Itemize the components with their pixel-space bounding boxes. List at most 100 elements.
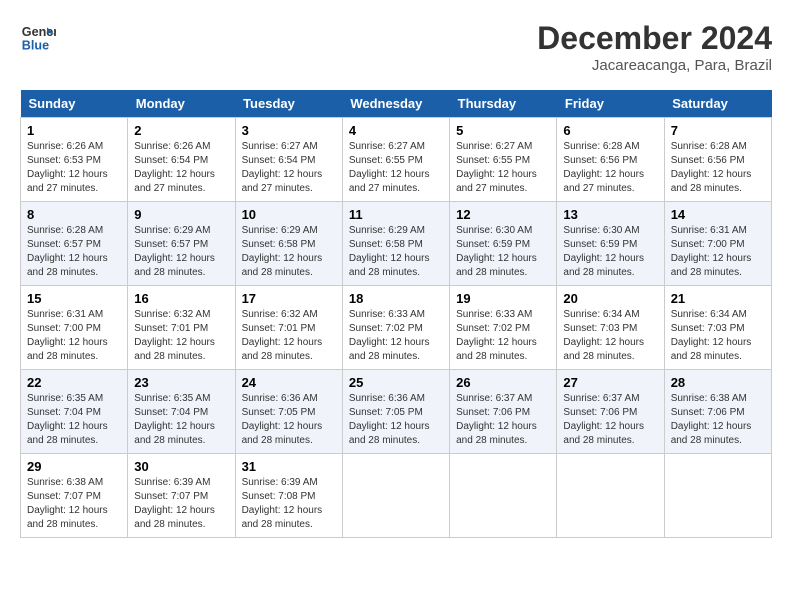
day-info: Sunrise: 6:28 AM Sunset: 6:56 PM Dayligh…	[563, 140, 657, 196]
header-row: SundayMondayTuesdayWednesdayThursdayFrid…	[21, 90, 772, 118]
day-number: 27	[563, 375, 657, 390]
day-number: 2	[134, 123, 228, 138]
calendar-week-row: 1 Sunrise: 6:26 AM Sunset: 6:53 PM Dayli…	[21, 118, 772, 202]
title-area: December 2024 Jacareacanga, Para, Brazil	[537, 20, 772, 74]
day-number: 12	[456, 207, 550, 222]
day-info: Sunrise: 6:38 AM Sunset: 7:07 PM Dayligh…	[27, 476, 121, 532]
logo: General Blue	[20, 20, 56, 56]
calendar-cell: 14 Sunrise: 6:31 AM Sunset: 7:00 PM Dayl…	[664, 202, 771, 286]
calendar-cell: 26 Sunrise: 6:37 AM Sunset: 7:06 PM Dayl…	[450, 370, 557, 454]
day-info: Sunrise: 6:29 AM Sunset: 6:58 PM Dayligh…	[349, 224, 443, 280]
day-number: 23	[134, 375, 228, 390]
calendar-cell: 21 Sunrise: 6:34 AM Sunset: 7:03 PM Dayl…	[664, 286, 771, 370]
day-info: Sunrise: 6:33 AM Sunset: 7:02 PM Dayligh…	[349, 308, 443, 364]
calendar-cell: 7 Sunrise: 6:28 AM Sunset: 6:56 PM Dayli…	[664, 118, 771, 202]
day-info: Sunrise: 6:26 AM Sunset: 6:54 PM Dayligh…	[134, 140, 228, 196]
calendar-cell: 2 Sunrise: 6:26 AM Sunset: 6:54 PM Dayli…	[128, 118, 235, 202]
calendar-cell: 5 Sunrise: 6:27 AM Sunset: 6:55 PM Dayli…	[450, 118, 557, 202]
day-info: Sunrise: 6:32 AM Sunset: 7:01 PM Dayligh…	[242, 308, 336, 364]
weekday-header: Saturday	[664, 90, 771, 118]
day-info: Sunrise: 6:35 AM Sunset: 7:04 PM Dayligh…	[27, 392, 121, 448]
day-number: 7	[671, 123, 765, 138]
logo-icon: General Blue	[20, 20, 56, 56]
calendar-cell: 1 Sunrise: 6:26 AM Sunset: 6:53 PM Dayli…	[21, 118, 128, 202]
day-info: Sunrise: 6:34 AM Sunset: 7:03 PM Dayligh…	[671, 308, 765, 364]
calendar-cell: 16 Sunrise: 6:32 AM Sunset: 7:01 PM Dayl…	[128, 286, 235, 370]
day-info: Sunrise: 6:38 AM Sunset: 7:06 PM Dayligh…	[671, 392, 765, 448]
day-info: Sunrise: 6:39 AM Sunset: 7:07 PM Dayligh…	[134, 476, 228, 532]
day-number: 17	[242, 291, 336, 306]
calendar-cell: 29 Sunrise: 6:38 AM Sunset: 7:07 PM Dayl…	[21, 454, 128, 538]
calendar-cell: 4 Sunrise: 6:27 AM Sunset: 6:55 PM Dayli…	[342, 118, 449, 202]
day-info: Sunrise: 6:28 AM Sunset: 6:56 PM Dayligh…	[671, 140, 765, 196]
day-info: Sunrise: 6:35 AM Sunset: 7:04 PM Dayligh…	[134, 392, 228, 448]
calendar-cell: 20 Sunrise: 6:34 AM Sunset: 7:03 PM Dayl…	[557, 286, 664, 370]
day-info: Sunrise: 6:33 AM Sunset: 7:02 PM Dayligh…	[456, 308, 550, 364]
day-number: 25	[349, 375, 443, 390]
header: General Blue December 2024 Jacareacanga,…	[20, 20, 772, 74]
day-info: Sunrise: 6:29 AM Sunset: 6:58 PM Dayligh…	[242, 224, 336, 280]
calendar-cell: 31 Sunrise: 6:39 AM Sunset: 7:08 PM Dayl…	[235, 454, 342, 538]
calendar-cell: 8 Sunrise: 6:28 AM Sunset: 6:57 PM Dayli…	[21, 202, 128, 286]
day-number: 18	[349, 291, 443, 306]
day-info: Sunrise: 6:37 AM Sunset: 7:06 PM Dayligh…	[456, 392, 550, 448]
day-info: Sunrise: 6:39 AM Sunset: 7:08 PM Dayligh…	[242, 476, 336, 532]
calendar-title: December 2024	[537, 20, 772, 57]
day-info: Sunrise: 6:27 AM Sunset: 6:54 PM Dayligh…	[242, 140, 336, 196]
weekday-header: Monday	[128, 90, 235, 118]
calendar-cell: 27 Sunrise: 6:37 AM Sunset: 7:06 PM Dayl…	[557, 370, 664, 454]
calendar-table: SundayMondayTuesdayWednesdayThursdayFrid…	[20, 90, 772, 538]
calendar-cell: 15 Sunrise: 6:31 AM Sunset: 7:00 PM Dayl…	[21, 286, 128, 370]
calendar-cell	[450, 454, 557, 538]
day-number: 19	[456, 291, 550, 306]
calendar-week-row: 15 Sunrise: 6:31 AM Sunset: 7:00 PM Dayl…	[21, 286, 772, 370]
day-info: Sunrise: 6:31 AM Sunset: 7:00 PM Dayligh…	[27, 308, 121, 364]
weekday-header: Friday	[557, 90, 664, 118]
day-number: 31	[242, 459, 336, 474]
day-number: 21	[671, 291, 765, 306]
day-number: 10	[242, 207, 336, 222]
calendar-cell: 6 Sunrise: 6:28 AM Sunset: 6:56 PM Dayli…	[557, 118, 664, 202]
calendar-cell: 28 Sunrise: 6:38 AM Sunset: 7:06 PM Dayl…	[664, 370, 771, 454]
day-number: 4	[349, 123, 443, 138]
day-info: Sunrise: 6:32 AM Sunset: 7:01 PM Dayligh…	[134, 308, 228, 364]
day-number: 9	[134, 207, 228, 222]
day-number: 16	[134, 291, 228, 306]
day-number: 3	[242, 123, 336, 138]
day-number: 8	[27, 207, 121, 222]
calendar-cell: 17 Sunrise: 6:32 AM Sunset: 7:01 PM Dayl…	[235, 286, 342, 370]
calendar-subtitle: Jacareacanga, Para, Brazil	[537, 57, 772, 74]
day-number: 24	[242, 375, 336, 390]
day-info: Sunrise: 6:27 AM Sunset: 6:55 PM Dayligh…	[349, 140, 443, 196]
weekday-header: Thursday	[450, 90, 557, 118]
day-info: Sunrise: 6:31 AM Sunset: 7:00 PM Dayligh…	[671, 224, 765, 280]
day-number: 26	[456, 375, 550, 390]
calendar-cell: 3 Sunrise: 6:27 AM Sunset: 6:54 PM Dayli…	[235, 118, 342, 202]
calendar-week-row: 8 Sunrise: 6:28 AM Sunset: 6:57 PM Dayli…	[21, 202, 772, 286]
day-info: Sunrise: 6:26 AM Sunset: 6:53 PM Dayligh…	[27, 140, 121, 196]
day-number: 1	[27, 123, 121, 138]
day-number: 20	[563, 291, 657, 306]
calendar-cell	[664, 454, 771, 538]
day-info: Sunrise: 6:29 AM Sunset: 6:57 PM Dayligh…	[134, 224, 228, 280]
calendar-cell: 12 Sunrise: 6:30 AM Sunset: 6:59 PM Dayl…	[450, 202, 557, 286]
day-info: Sunrise: 6:30 AM Sunset: 6:59 PM Dayligh…	[563, 224, 657, 280]
day-info: Sunrise: 6:36 AM Sunset: 7:05 PM Dayligh…	[242, 392, 336, 448]
day-number: 14	[671, 207, 765, 222]
weekday-header: Sunday	[21, 90, 128, 118]
calendar-cell: 9 Sunrise: 6:29 AM Sunset: 6:57 PM Dayli…	[128, 202, 235, 286]
day-number: 13	[563, 207, 657, 222]
day-number: 28	[671, 375, 765, 390]
calendar-week-row: 22 Sunrise: 6:35 AM Sunset: 7:04 PM Dayl…	[21, 370, 772, 454]
day-number: 5	[456, 123, 550, 138]
calendar-cell: 22 Sunrise: 6:35 AM Sunset: 7:04 PM Dayl…	[21, 370, 128, 454]
calendar-cell: 19 Sunrise: 6:33 AM Sunset: 7:02 PM Dayl…	[450, 286, 557, 370]
day-number: 29	[27, 459, 121, 474]
calendar-cell: 13 Sunrise: 6:30 AM Sunset: 6:59 PM Dayl…	[557, 202, 664, 286]
day-info: Sunrise: 6:28 AM Sunset: 6:57 PM Dayligh…	[27, 224, 121, 280]
calendar-cell	[342, 454, 449, 538]
calendar-cell: 10 Sunrise: 6:29 AM Sunset: 6:58 PM Dayl…	[235, 202, 342, 286]
svg-text:Blue: Blue	[22, 39, 49, 53]
calendar-cell	[557, 454, 664, 538]
day-info: Sunrise: 6:34 AM Sunset: 7:03 PM Dayligh…	[563, 308, 657, 364]
